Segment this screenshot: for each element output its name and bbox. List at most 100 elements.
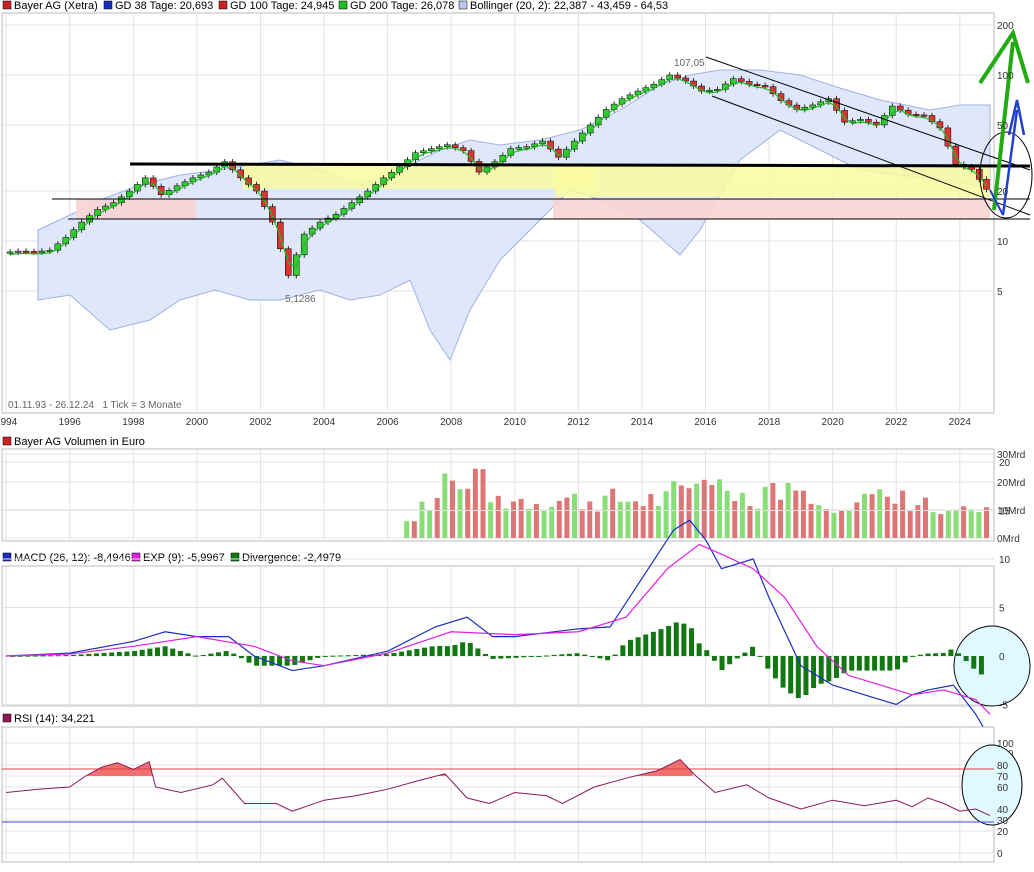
candle: [801, 106, 809, 110]
macd-legend-divergence: Divergence: -2,4979: [242, 552, 341, 564]
volume-bar: [617, 501, 623, 538]
macd-divergence-bar: [864, 656, 870, 671]
macd-divergence-bar: [422, 647, 428, 656]
macd-divergence-bar: [467, 643, 473, 656]
price-xtick-label: 2004: [313, 417, 336, 428]
rsi-ytick-label: 60: [997, 783, 1009, 794]
macd-divergence-bar: [40, 655, 46, 657]
volume-bar: [511, 501, 517, 538]
volume-bar: [602, 495, 608, 538]
macd-divergence-bar: [521, 656, 527, 658]
volume-bar: [846, 510, 852, 538]
macd-legend-macd: MACD (26, 12): -8,4946: [14, 552, 131, 564]
stock-chart: 107,05 5,1286 01.11.93 - 26.12.24 1 Tick…: [0, 0, 1033, 863]
macd-divergence-bar: [460, 642, 466, 656]
macd-divergence-bar: [216, 652, 222, 656]
price-xtick-label: 2018: [758, 417, 781, 428]
volume-bar: [823, 509, 829, 538]
price-ytick-label: 100: [997, 71, 1014, 82]
macd-ytick-label: -5: [999, 701, 1008, 712]
macd-divergence-bar: [589, 656, 595, 657]
volume-bar: [984, 507, 990, 538]
volume-bar: [976, 512, 982, 538]
volume-bar: [831, 512, 837, 538]
macd-divergence-bar: [673, 622, 679, 656]
macd-divergence-bar: [200, 654, 206, 656]
candle: [22, 250, 30, 253]
volume-bar: [465, 488, 471, 538]
volume-bar: [968, 509, 974, 538]
macd-divergence-bar: [605, 656, 611, 661]
price-legend: Bayer AG (Xetra) GD 38 Tage: 20,693 GD 1…: [2, 0, 668, 12]
macd-divergence-bar: [559, 654, 565, 656]
volume-bar: [404, 521, 410, 538]
low-annotation: 5,1286: [285, 294, 316, 305]
macd-divergence-bar: [833, 656, 839, 678]
macd-divergence-bar: [925, 653, 931, 656]
macd-divergence-bar: [887, 656, 893, 671]
macd-ytick-label: 10: [999, 555, 1011, 566]
volume-bar: [449, 480, 455, 538]
support-zone-pink-2: [553, 199, 990, 219]
volume-bar: [434, 497, 440, 538]
macd-legend-swatch-div: [230, 552, 240, 562]
macd-divergence-bar: [910, 655, 916, 657]
macd-divergence-bar: [956, 653, 962, 656]
price-xtick-label: 2000: [186, 417, 209, 428]
price-panel: 107,05 5,1286 01.11.93 - 26.12.24 1 Tick…: [0, 0, 1033, 428]
macd-divergence-bar: [894, 656, 900, 670]
volume-bar: [778, 499, 784, 538]
macd-divergence-bar: [147, 648, 153, 656]
macd-divergence-bar: [132, 650, 138, 656]
price-xtick-label: 2020: [822, 417, 845, 428]
price-xtick-label: 1994: [0, 417, 18, 428]
macd-divergence-bar: [238, 656, 244, 659]
macd-divergence-bar: [597, 656, 603, 659]
candle: [38, 250, 46, 253]
volume-bar: [678, 485, 684, 538]
candle: [952, 145, 960, 165]
macd-divergence-bar: [116, 652, 122, 656]
volume-bar: [724, 490, 730, 538]
macd-divergence-bar: [246, 656, 252, 663]
volume-bar: [762, 486, 768, 538]
candle: [889, 105, 896, 116]
macd-divergence-bar: [490, 656, 496, 659]
candle: [14, 250, 22, 253]
candle: [451, 144, 459, 148]
candle: [428, 148, 435, 151]
price-ytick-label: 10: [997, 237, 1009, 248]
volume-bar: [411, 521, 417, 538]
macd-divergence-bar: [643, 634, 649, 656]
macd-divergence-bar: [635, 637, 641, 656]
candle: [436, 146, 443, 149]
volume-bar: [900, 490, 906, 538]
volume-bar: [732, 500, 738, 538]
macd-divergence-bar: [48, 655, 54, 657]
volume-bar: [961, 506, 967, 538]
macd-divergence-bar: [711, 656, 717, 661]
volume-bar: [633, 501, 639, 538]
price-ytick-label: 50: [997, 121, 1009, 132]
macd-divergence-bar: [826, 656, 832, 682]
macd-divergence-bar: [765, 656, 771, 669]
volume-bar: [755, 508, 761, 538]
highlight-ellipse-macd: [953, 625, 1031, 707]
macd-divergence-bar: [566, 653, 572, 656]
support-zone-pink-1: [76, 199, 196, 219]
volume-legend-swatch: [2, 436, 12, 446]
volume-ytick-label: 0Mrd: [997, 534, 1020, 545]
macd-y-axis: 20151050-5-10: [999, 458, 1014, 760]
legend-gd38: GD 38 Tage: 20,693: [115, 0, 213, 12]
macd-legend-swatch-macd: [2, 552, 12, 562]
volume-bar: [419, 501, 425, 538]
price-xtick-label: 2012: [567, 417, 590, 428]
volume-bar: [610, 488, 616, 538]
macd-divergence-bar: [414, 649, 420, 656]
volume-bar: [533, 503, 539, 538]
macd-divergence-bar: [681, 623, 687, 656]
candle: [738, 78, 745, 82]
legend-swatch-gd100: [218, 0, 228, 10]
macd-divergence-bar: [223, 651, 229, 656]
volume-bar: [877, 489, 883, 538]
